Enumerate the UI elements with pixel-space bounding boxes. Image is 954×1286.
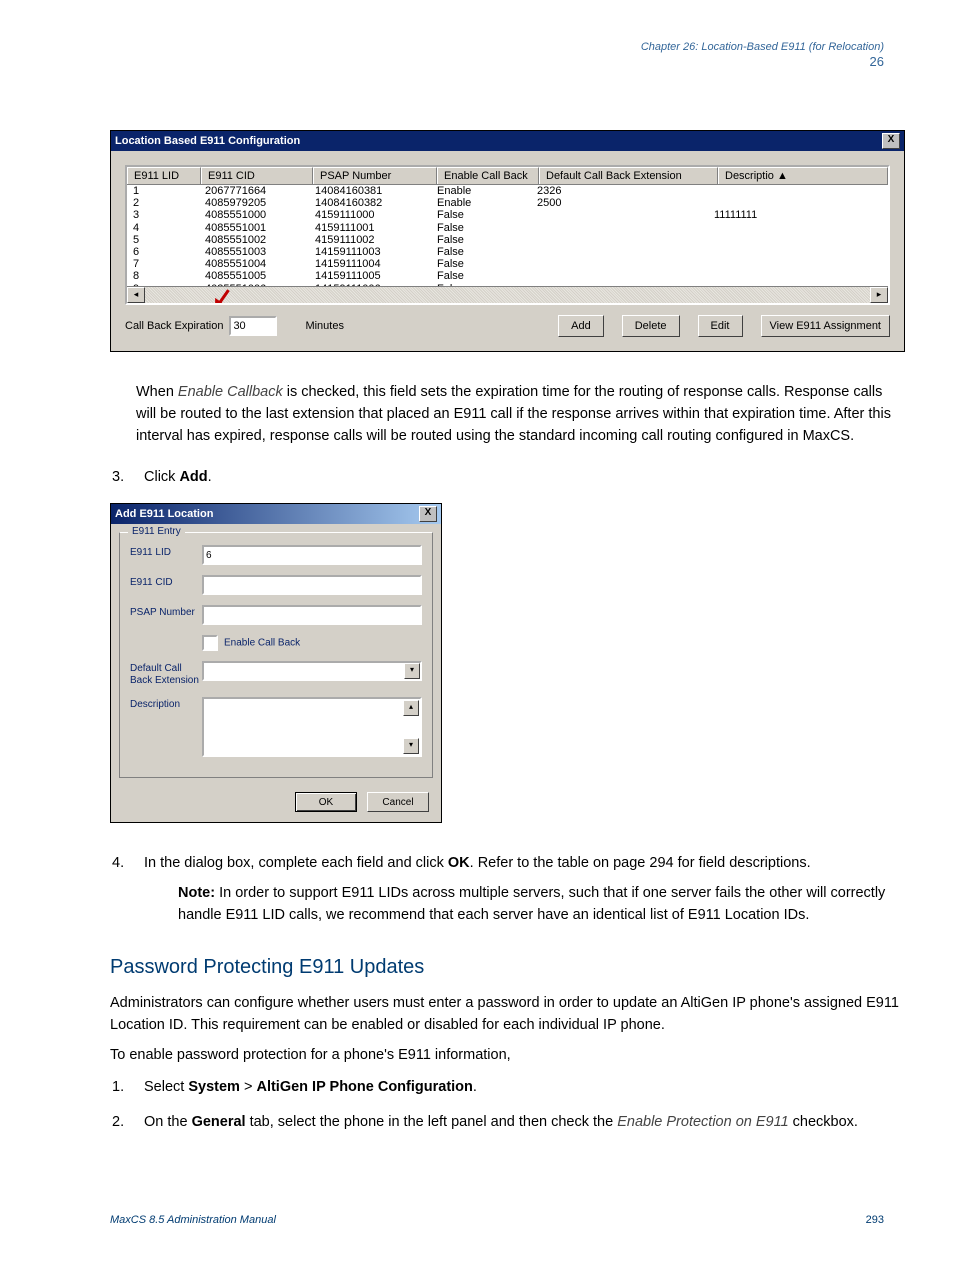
enable-callback-term: Enable Callback [178, 384, 283, 400]
table-row[interactable]: 6408555100314159111003False [127, 246, 888, 258]
step-number: 1. [112, 1077, 126, 1099]
pw-step-2: 2. On the General tab, select the phone … [112, 1112, 892, 1134]
step-number: 3. [112, 467, 126, 489]
col-cid[interactable]: E911 CID [201, 167, 313, 184]
description-textarea[interactable]: ▴ ▾ [202, 697, 422, 757]
step-number: 2. [112, 1112, 126, 1134]
table-row[interactable]: 440855510014159111001False [127, 222, 888, 234]
pw-step-1: 1. Select System > AltiGen IP Phone Conf… [112, 1077, 892, 1099]
col-description[interactable]: Descriptio ▲ [718, 167, 888, 184]
window-title: Add E911 Location [115, 508, 213, 520]
edit-button[interactable]: Edit [698, 315, 743, 337]
titlebar: Location Based E911 Configuration X [111, 131, 904, 151]
table-row[interactable]: 8408555100514159111005False [127, 270, 888, 282]
titlebar: Add E911 Location X [111, 504, 441, 524]
ok-button[interactable]: OK [295, 792, 357, 812]
col-psap[interactable]: PSAP Number [313, 167, 437, 184]
step-4-note: Note: In order to support E911 LIDs acro… [178, 883, 892, 927]
lid-input[interactable] [202, 545, 422, 565]
col-default-ext[interactable]: Default Call Back Extension [539, 167, 718, 184]
expiration-input[interactable] [229, 316, 277, 336]
cid-label: E911 CID [130, 575, 202, 588]
section-p2: To enable password protection for a phon… [110, 1045, 910, 1067]
close-icon[interactable]: X [882, 133, 900, 149]
psap-input[interactable] [202, 605, 422, 625]
minutes-label: Minutes [305, 320, 344, 332]
psap-label: PSAP Number [130, 605, 202, 618]
window-title: Location Based E911 Configuration [115, 135, 300, 147]
description-label: Description [130, 697, 202, 710]
scroll-right-icon[interactable]: ▸ [870, 287, 888, 303]
default-ext-label: Default Call Back Extension [130, 661, 202, 687]
cancel-button[interactable]: Cancel [367, 792, 429, 812]
listview-header: E911 LID E911 CID PSAP Number Enable Cal… [127, 167, 888, 185]
scroll-left-icon[interactable]: ◂ [127, 287, 145, 303]
step-4: 4. In the dialog box, complete each fiel… [112, 853, 892, 926]
sort-icon: ▲ [777, 170, 788, 182]
default-ext-combo[interactable]: ▾ [202, 661, 422, 681]
section-p1: Administrators can configure whether use… [110, 993, 910, 1037]
scroll-track[interactable] [145, 287, 870, 303]
lid-label: E911 LID [130, 545, 202, 558]
table-row[interactable]: 340855510004159111000False11111111 [127, 209, 888, 221]
col-enable-callback[interactable]: Enable Call Back [437, 167, 539, 184]
checkbox-icon[interactable] [202, 635, 218, 651]
step-3: 3. Click Add. [112, 467, 892, 489]
close-icon[interactable]: X [419, 506, 437, 522]
bottom-bar: Call Back Expiration Minutes Add Delete … [125, 305, 890, 337]
footer-page-number: 293 [866, 1214, 884, 1226]
table-row[interactable]: 1206777166414084160381Enable2326 [127, 185, 888, 197]
enable-callback-label: Enable Call Back [224, 638, 300, 649]
table-row[interactable]: 540855510024159111002False [127, 234, 888, 246]
scroll-up-icon[interactable]: ▴ [403, 700, 419, 716]
chevron-down-icon[interactable]: ▾ [404, 663, 420, 679]
expiration-label: Call Back Expiration [125, 320, 223, 332]
e911-listview[interactable]: E911 LID E911 CID PSAP Number Enable Cal… [125, 165, 890, 305]
horizontal-scrollbar[interactable]: ◂ ▸ [127, 286, 888, 303]
footer-title: MaxCS 8.5 Administration Manual [110, 1214, 276, 1226]
chapter-header: Chapter 26: Location-Based E911 (for Rel… [641, 40, 884, 71]
chapter-label: Chapter 26: Location-Based E911 (for Rel… [641, 41, 884, 53]
chapter-number: 26 [870, 54, 884, 69]
enable-callback-checkbox-wrap[interactable]: Enable Call Back [202, 635, 300, 651]
cid-input[interactable] [202, 575, 422, 595]
table-row[interactable]: 2408597920514084160382Enable2500 [127, 197, 888, 209]
scroll-down-icon[interactable]: ▾ [403, 738, 419, 754]
callback-explanation: When Enable Callback is checked, this fi… [136, 382, 896, 447]
step-number: 4. [112, 853, 126, 926]
delete-button[interactable]: Delete [622, 315, 680, 337]
view-assignment-button[interactable]: View E911 Assignment [761, 315, 891, 337]
group-legend: E911 Entry [128, 526, 185, 537]
page-footer: MaxCS 8.5 Administration Manual 293 [60, 1214, 894, 1226]
add-button[interactable]: Add [558, 315, 604, 337]
e911-config-window: Location Based E911 Configuration X E911… [110, 130, 905, 352]
table-row[interactable]: 7408555100414159111004False [127, 258, 888, 270]
add-e911-location-window: Add E911 Location X E911 Entry E911 LID … [110, 503, 442, 823]
col-lid[interactable]: E911 LID [127, 167, 201, 184]
section-heading: Password Protecting E911 Updates [110, 956, 894, 979]
e911-entry-group: E911 Entry E911 LID E911 CID PSAP Number… [119, 532, 433, 778]
